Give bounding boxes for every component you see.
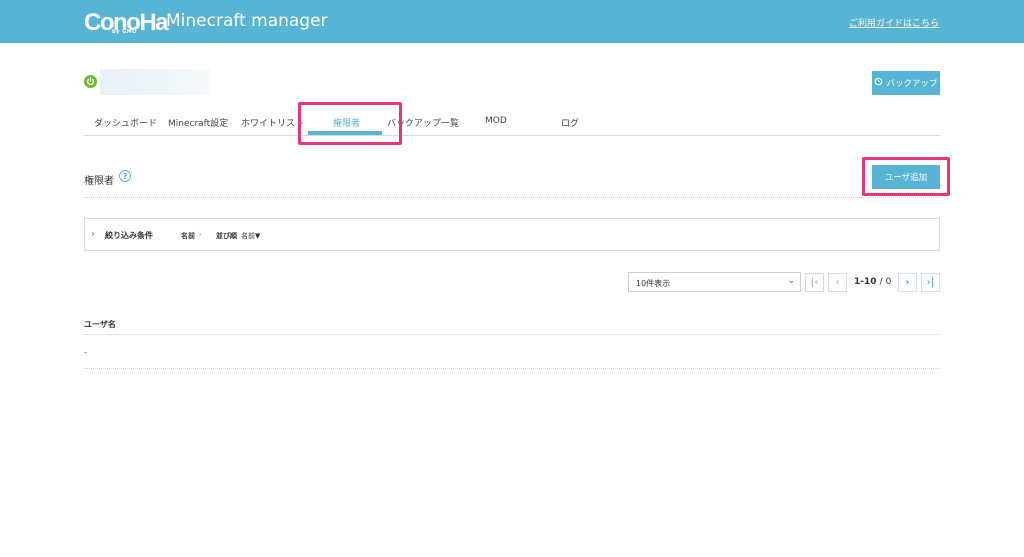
page-range: 1-10 [854, 277, 877, 287]
filter-name-value: - [199, 231, 202, 239]
table-divider [84, 368, 940, 369]
power-status-icon [84, 75, 97, 88]
backup-button[interactable]: バックアップ [872, 71, 940, 95]
filter-sort-key: 並び順 [216, 232, 237, 240]
page-total: / 0 [879, 277, 892, 287]
next-page-button[interactable]: › [898, 273, 917, 292]
per-page-select[interactable]: 10件表示 ⌄ [628, 272, 801, 292]
filter-panel[interactable]: › 絞り込み条件 名前 - 並び順 名前▼ [84, 218, 940, 251]
logo-sub: by GMO [112, 29, 137, 35]
tab-whitelist[interactable]: ホワイトリスト [241, 116, 304, 129]
filter-label: 絞り込み条件 [105, 231, 153, 240]
tab-dashboard[interactable]: ダッシュボード [94, 116, 157, 129]
highlight-operators-tab [298, 102, 402, 145]
guide-link[interactable]: ご利用ガイドはこちら [849, 16, 939, 29]
filter-sort-value: 名前▼ [241, 232, 261, 240]
first-page-button[interactable]: |‹ [805, 273, 824, 292]
backup-icon [874, 77, 883, 89]
tab-log[interactable]: ログ [561, 116, 579, 129]
filter-name-key: 名前 [181, 232, 195, 240]
highlight-add-user-button [862, 157, 950, 196]
divider [84, 197, 940, 198]
table-cell: - [84, 348, 87, 357]
table-divider [84, 334, 940, 335]
app-header: ConoHa by GMO Minecraft manager ご利用ガイドはこ… [0, 0, 1024, 43]
prev-page-button[interactable]: ‹ [828, 273, 847, 292]
backup-label: バックアップ [886, 79, 938, 89]
column-header-username: ユーザ名 [84, 320, 116, 329]
conoha-logo[interactable]: ConoHa by GMO [84, 6, 169, 36]
server-name-masked [100, 69, 210, 95]
page-count: 1-10 / 0 [854, 277, 891, 287]
per-page-value: 10件表示 [636, 279, 671, 288]
tab-bar: ダッシュボード Minecraft設定 ホワイトリスト 権限者 バックアップ一覧… [84, 108, 940, 136]
help-icon[interactable]: ? [119, 170, 131, 182]
first-page-icon: |‹ [810, 277, 819, 288]
chevron-right-icon[interactable]: › [91, 229, 95, 240]
chevron-down-icon: ⌄ [787, 276, 795, 286]
prev-page-icon: ‹ [835, 277, 840, 288]
tab-minecraft-settings[interactable]: Minecraft設定 [168, 116, 228, 129]
last-page-icon: ›| [926, 277, 935, 288]
app-title: Minecraft manager [166, 11, 328, 31]
next-page-icon: › [905, 277, 910, 288]
section-title: 権限者 [84, 176, 114, 187]
last-page-button[interactable]: ›| [921, 273, 940, 292]
tab-mod[interactable]: MOD [485, 116, 507, 126]
